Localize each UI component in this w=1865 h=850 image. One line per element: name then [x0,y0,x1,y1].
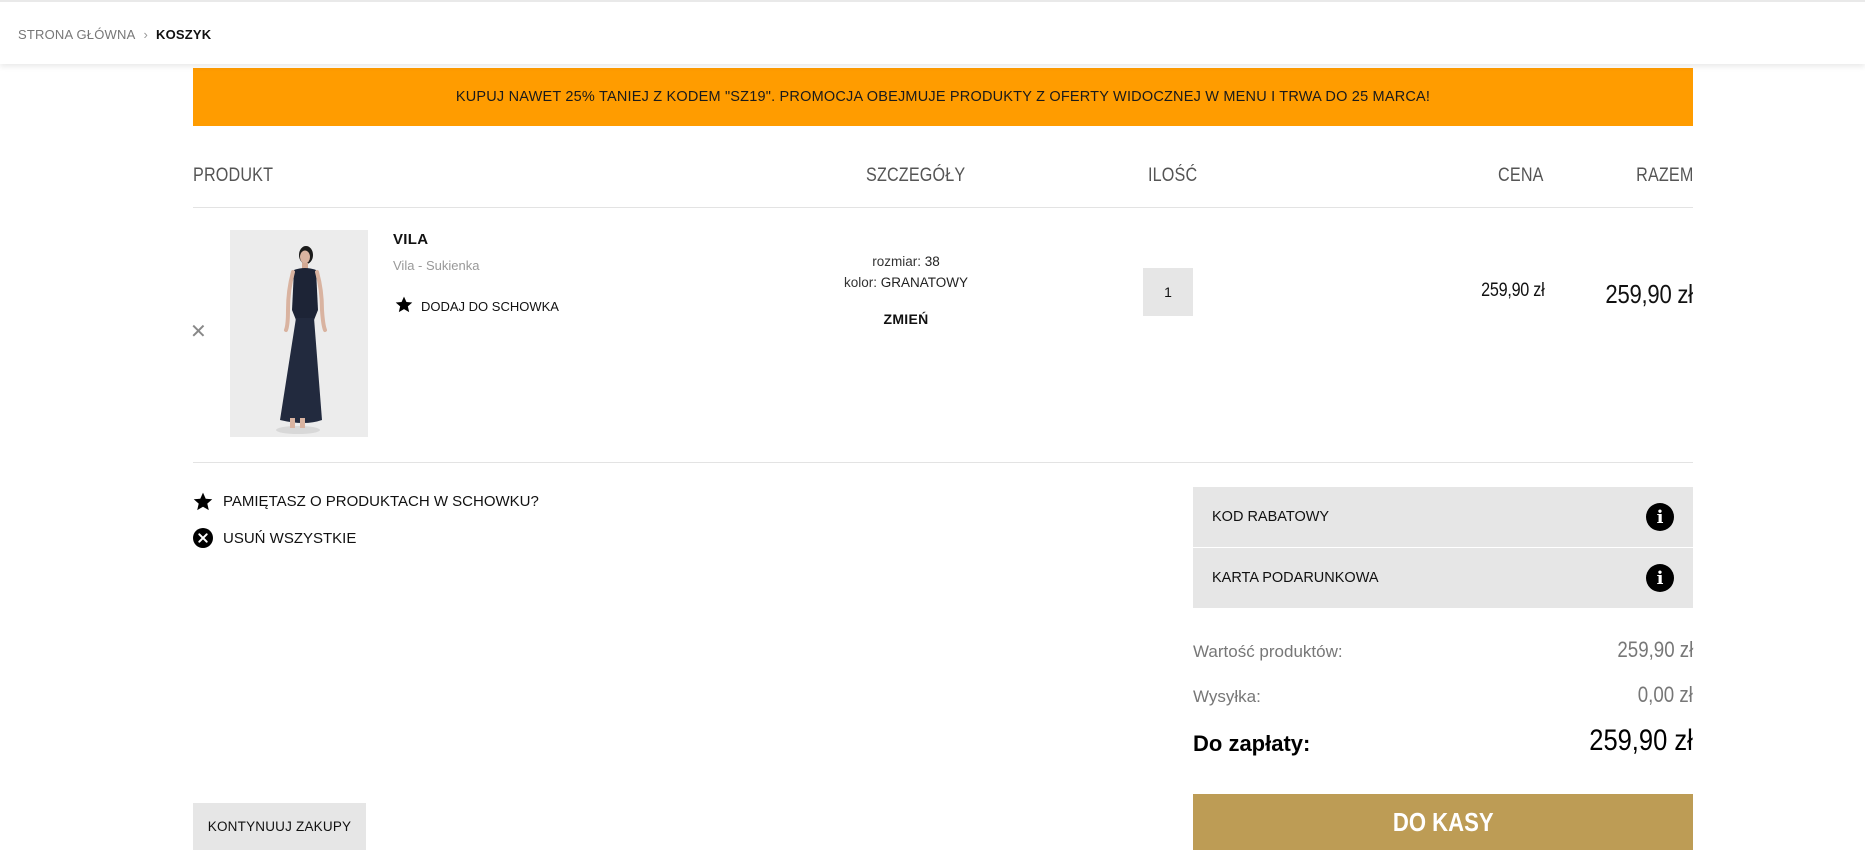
breadcrumb-current: KOSZYK [155,27,212,42]
size-value: 38 [924,254,940,269]
product-image[interactable] [230,230,368,437]
shipping-value: 0,00 zł [1637,682,1693,707]
promo-banner: KUPUJ NAWET 25% TANIEJ Z KODEM "SZ19". P… [193,68,1693,126]
wishlist-reminder-label: PAMIĘTASZ O PRODUKTACH W SCHOWKU? [223,493,539,510]
gift-card-panel[interactable]: KARTA PODARUNKOWA i [1193,548,1693,608]
product-name: Vila - Sukienka [393,258,480,273]
products-value-label: Wartość produktów: [1193,642,1343,661]
top-bar: STRONA GŁÓWNA › KOSZYK [0,0,1865,64]
size-label: rozmiar: [872,254,921,269]
continue-shopping-button[interactable]: KONTYNUUJ ZAKUPY [193,803,366,850]
wishlist-reminder-link[interactable]: PAMIĘTASZ O PRODUKTACH W SCHOWKU? [193,492,539,511]
discount-code-label: KOD RABATOWY [1212,509,1330,525]
products-value: 259,90 zł [1617,637,1693,662]
chevron-right-icon: › [143,27,148,42]
change-options-link[interactable]: ZMIEŃ [806,311,1006,327]
column-header-total: RAZEM [1635,165,1693,186]
wishlist-label: DODAJ DO SCHOWKA [421,298,559,314]
shipping-label: Wysyłka: [1193,687,1261,706]
breadcrumb: STRONA GŁÓWNA › KOSZYK [18,27,211,42]
dress-photo-icon [230,230,368,437]
remove-all-label: USUŃ WSZYSTKIE [223,529,357,547]
column-header-details: SZCZEGÓŁY [866,165,966,186]
unit-price: 259,90 zł [1480,280,1545,301]
breadcrumb-home-link[interactable]: STRONA GŁÓWNA [18,27,135,42]
product-details: rozmiar: 38 kolor: GRANATOWY [806,251,1006,293]
info-icon[interactable]: i [1646,503,1674,531]
discount-code-panel[interactable]: KOD RABATOWY i [1193,487,1693,547]
close-circle-icon [193,528,213,548]
total-value: 259,90 zł [1589,724,1693,757]
total-label: Do zapłaty: [1193,731,1311,756]
info-icon[interactable]: i [1646,564,1674,592]
star-icon [193,492,213,511]
remove-all-link[interactable]: USUŃ WSZYSTKIE [193,528,356,548]
row-total: 259,90 zł [1605,279,1694,309]
checkout-label: DO KASY [1392,806,1494,837]
add-to-wishlist-button[interactable]: DODAJ DO SCHOWKA [395,296,559,316]
quantity-input[interactable] [1143,268,1193,316]
header-divider [193,207,1693,208]
column-header-price: CENA [1498,165,1544,186]
product-brand[interactable]: VILA [393,231,428,248]
column-header-quantity: ILOŚĆ [1148,165,1198,186]
checkout-button[interactable]: DO KASY [1193,794,1693,850]
star-icon [395,296,413,316]
color-label: kolor: [843,275,877,290]
gift-card-label: KARTA PODARUNKOWA [1212,570,1379,586]
column-header-product: PRODUKT [193,165,274,186]
color-value: GRANATOWY [880,275,969,290]
item-divider [193,462,1693,463]
remove-item-icon[interactable]: ✕ [190,322,207,342]
